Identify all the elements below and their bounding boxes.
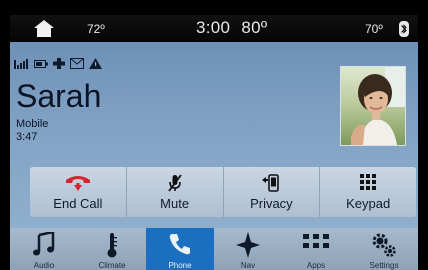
privacy-label: Privacy (250, 196, 293, 211)
keypad-button[interactable]: Keypad (320, 167, 416, 217)
keypad-label: Keypad (346, 196, 391, 211)
alert-icon (89, 58, 102, 69)
end-call-icon (65, 176, 90, 191)
call-panel: Sarah Mobile 3:47 End Call Mute Privacy … (10, 42, 418, 228)
driver-temp[interactable]: 72º (87, 22, 105, 36)
nav-apps[interactable]: Apps (282, 228, 350, 270)
keypad-icon (360, 174, 377, 190)
bottom-nav: Audio Climate Phone Nav Apps Settings (10, 228, 418, 270)
contact-photo (340, 66, 406, 146)
call-duration: 3:47 (16, 131, 38, 143)
mute-label: Mute (160, 196, 190, 211)
nav-apps-label: Apps (306, 261, 326, 270)
nav-climate[interactable]: Climate (78, 228, 146, 270)
caller-number-type: Mobile (16, 118, 49, 130)
nav-audio-label: Audio (33, 261, 55, 270)
message-icon (70, 58, 84, 69)
nav-phone-label: Phone (168, 261, 192, 270)
caller-name: Sarah (16, 78, 102, 114)
passenger-temp[interactable]: 70º (365, 22, 383, 36)
mic-mute-icon (167, 174, 182, 192)
phone-icon (169, 234, 190, 255)
battery-icon (34, 60, 48, 68)
apps-grid-icon (303, 234, 329, 248)
bezel (0, 0, 428, 15)
mute-button[interactable]: Mute (126, 167, 224, 217)
nav-settings-label: Settings (369, 261, 399, 270)
privacy-button[interactable]: Privacy (223, 167, 321, 217)
sync-screen: 72º 3:00 80º 70º Sarah Mobile 3:47 End C… (10, 15, 418, 270)
bluetooth-icon (399, 21, 409, 37)
music-note-icon (33, 232, 55, 256)
privacy-phone-icon (262, 174, 280, 192)
status-bar: 72º 3:00 80º 70º (10, 15, 418, 42)
compass-icon (236, 232, 260, 258)
nav-phone[interactable]: Phone (146, 228, 214, 270)
home-icon[interactable] (34, 20, 54, 37)
nav-nav-label: Nav (240, 261, 256, 270)
thermometer-icon (107, 233, 117, 258)
outside-temp: 80º (241, 18, 268, 37)
clock: 3:00 (196, 18, 231, 37)
nav-audio[interactable]: Audio (10, 228, 78, 270)
end-call-button[interactable]: End Call (30, 167, 127, 217)
nav-navigation[interactable]: Nav (214, 228, 282, 270)
settings-gears-icon (372, 233, 396, 257)
signal-strength-icon (14, 59, 28, 69)
roaming-icon (53, 58, 65, 69)
nav-settings[interactable]: Settings (350, 228, 418, 270)
call-actions: End Call Mute Privacy Keypad (30, 167, 416, 217)
end-call-label: End Call (53, 196, 103, 211)
clock-and-outside-temp: 3:00 80º (196, 18, 267, 38)
nav-climate-label: Climate (98, 261, 126, 270)
